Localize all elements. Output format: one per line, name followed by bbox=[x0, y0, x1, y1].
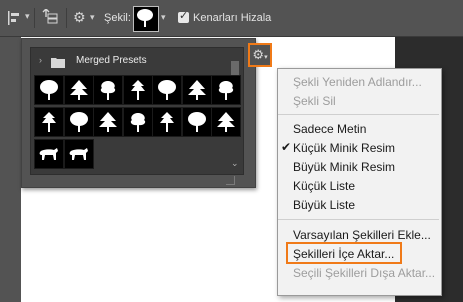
tree-shape-thumbnail[interactable] bbox=[211, 75, 241, 105]
checkmark-icon: ✔ bbox=[281, 140, 292, 154]
menu-item-small-thumbnail[interactable]: Küçük Minik Resim bbox=[293, 141, 395, 155]
picker-settings-button[interactable]: ⚙▾ bbox=[248, 43, 272, 67]
folder-icon bbox=[51, 55, 65, 73]
tree-icon bbox=[100, 81, 116, 100]
menu-item-add-default-shapes[interactable]: Varsayılan Şekilleri Ekle... bbox=[293, 228, 431, 242]
tree-icon bbox=[69, 112, 88, 132]
tree-icon bbox=[217, 112, 235, 132]
animal-icon bbox=[69, 148, 88, 160]
tree-icon bbox=[187, 112, 206, 132]
shape-preview-swatch[interactable] bbox=[133, 6, 159, 32]
settings-dropdown-icon[interactable]: ▾ bbox=[90, 12, 95, 23]
tools-panel bbox=[0, 37, 21, 302]
animal-icon bbox=[39, 148, 58, 160]
tree-shape-thumbnail[interactable] bbox=[152, 75, 182, 105]
animal-shape-thumbnail[interactable] bbox=[34, 139, 64, 169]
tree-icon bbox=[69, 80, 88, 100]
tree-shape-thumbnail[interactable] bbox=[93, 75, 123, 105]
tree-icon bbox=[187, 80, 206, 100]
tree-shape-thumbnail[interactable] bbox=[63, 107, 94, 137]
path-arrange-icon[interactable] bbox=[40, 8, 60, 30]
align-edges-checkbox[interactable] bbox=[178, 9, 189, 23]
shape-dropdown-icon[interactable]: ▾ bbox=[161, 12, 166, 23]
tree-shape-thumbnail[interactable] bbox=[152, 107, 182, 137]
menu-item-large-thumbnail[interactable]: Büyük Minik Resim bbox=[293, 160, 395, 174]
tree-shape-thumbnail[interactable] bbox=[93, 107, 123, 137]
animal-shape-thumbnail[interactable] bbox=[63, 139, 94, 169]
tree-shape-thumbnail[interactable] bbox=[122, 107, 153, 137]
preset-folder-name: Merged Presets bbox=[76, 55, 147, 66]
tree-shape-thumbnail[interactable] bbox=[34, 75, 64, 105]
scroll-down-icon[interactable]: ⌄ bbox=[231, 158, 239, 169]
align-icon[interactable] bbox=[7, 10, 23, 29]
tree-icon bbox=[40, 80, 58, 100]
tree-shape-thumbnail[interactable] bbox=[181, 107, 212, 137]
menu-divider bbox=[278, 114, 439, 115]
tree-icon bbox=[218, 81, 234, 100]
menu-item-delete-shape: Şekli Sil bbox=[293, 94, 336, 108]
shape-label: Şekil: bbox=[104, 12, 131, 24]
tree-icon bbox=[160, 112, 174, 132]
gear-icon[interactable]: ⚙ bbox=[73, 9, 86, 26]
gear-icon: ⚙ bbox=[252, 47, 265, 62]
menu-divider bbox=[278, 219, 439, 220]
import-shapes-highlight bbox=[286, 242, 402, 264]
toolbar-divider bbox=[34, 8, 35, 28]
tree-shape-thumbnail[interactable] bbox=[181, 75, 212, 105]
menu-item-text-only[interactable]: Sadece Metin bbox=[293, 122, 366, 136]
tree-shape-thumbnail[interactable] bbox=[63, 75, 94, 105]
toolbar-divider bbox=[66, 8, 67, 28]
chevron-down-icon: ▾ bbox=[264, 54, 268, 61]
tree-icon bbox=[130, 113, 145, 132]
tree-shape-thumbnail[interactable] bbox=[34, 107, 64, 137]
tree-icon bbox=[130, 80, 145, 100]
align-edges-label: Kenarları Hizala bbox=[193, 12, 272, 24]
menu-item-large-list[interactable]: Büyük Liste bbox=[293, 198, 355, 212]
menu-item-rename-shape: Şekli Yeniden Adlandır... bbox=[293, 75, 422, 89]
menu-item-small-list[interactable]: Küçük Liste bbox=[293, 179, 355, 193]
panel-resize-handle[interactable] bbox=[226, 176, 235, 185]
tree-icon bbox=[158, 80, 176, 100]
tree-icon bbox=[137, 9, 153, 27]
align-dropdown-icon[interactable]: ▾ bbox=[25, 11, 30, 22]
menu-item-export-selected-shapes: Seçili Şekilleri Dışa Aktar... bbox=[293, 266, 436, 280]
tree-shape-thumbnail[interactable] bbox=[122, 75, 153, 105]
tree-icon bbox=[99, 112, 117, 132]
tree-icon bbox=[42, 112, 56, 132]
chevron-right-icon[interactable]: › bbox=[39, 55, 42, 65]
tree-shape-thumbnail[interactable] bbox=[211, 107, 241, 137]
